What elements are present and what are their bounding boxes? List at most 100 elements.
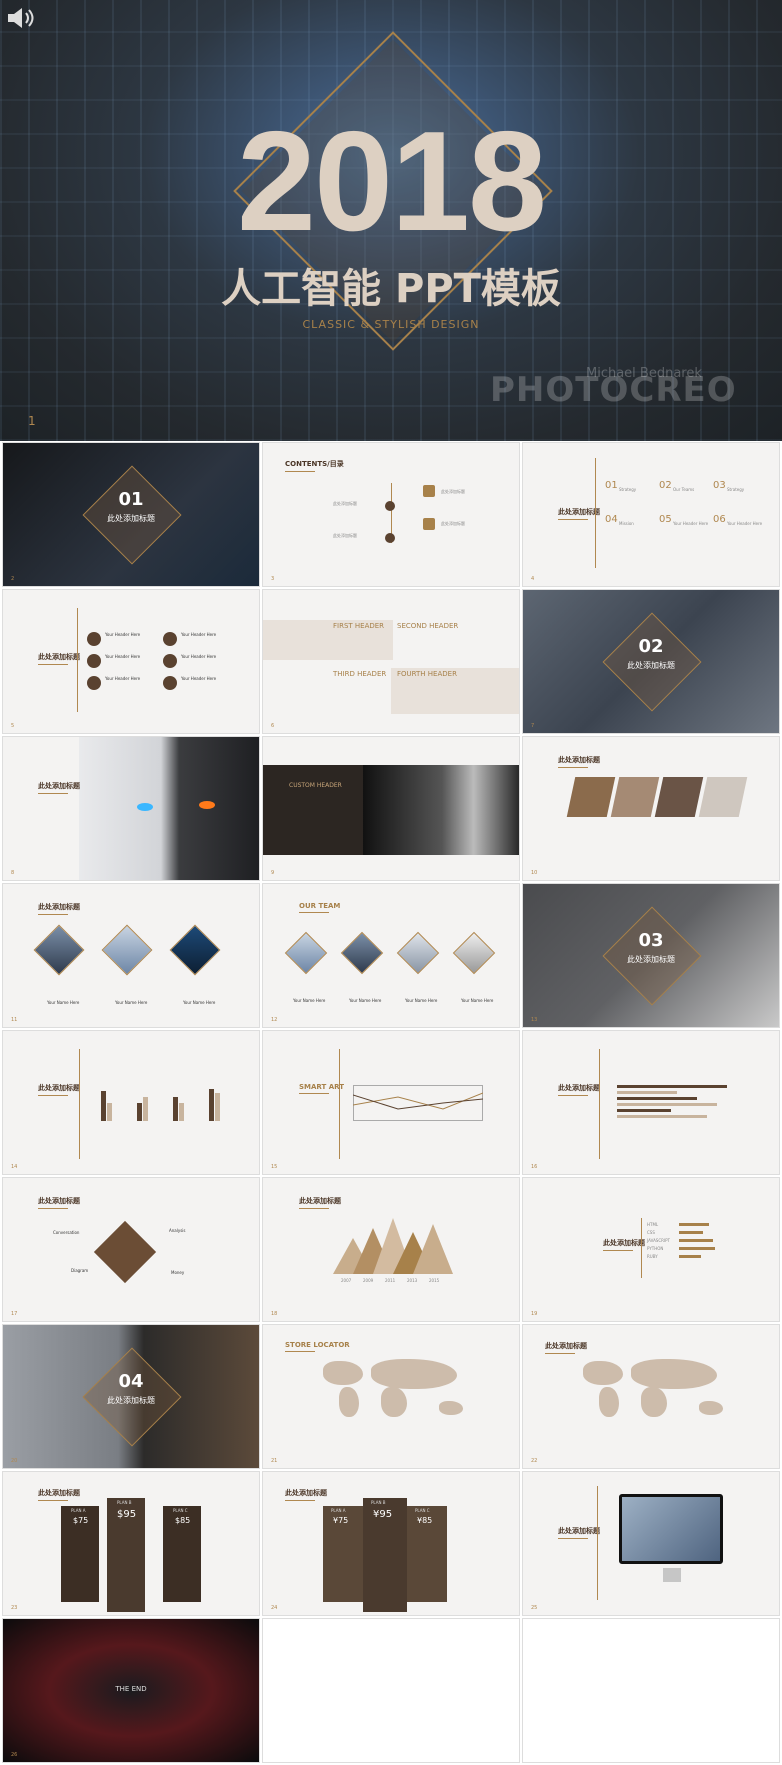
slide-thumb[interactable]: OUR TEAM Your Name Here Your Name Here Y… [262,883,520,1028]
puzzle-label: Money [171,1270,185,1275]
section-number: 03 [638,930,664,951]
slide-title: 此处添加标题 [38,1488,80,1501]
team-name: Your Name Here [349,998,382,1003]
page-number: 26 [11,1752,18,1758]
slide-thumb[interactable]: 此处添加标题 2007 2009 2011 2013 2015 18 [262,1177,520,1322]
team-heading: OUR TEAM [299,902,340,913]
divider [77,608,78,712]
robot-eye [199,801,215,809]
year-label: 2009 [363,1278,374,1283]
slide-title: 此处添加标题 [558,755,600,768]
slide-thumb[interactable]: 此处添加标题 01 Strategy 02 Our Teams 03 Strat… [522,442,780,587]
slide-thumb[interactable]: STORE LOCATOR 21 [262,1324,520,1469]
header-panel [263,765,363,855]
feature-icon [87,632,101,646]
bar-mark [101,1091,106,1121]
slide-thumb[interactable]: 01 此处添加标题 2 [2,442,260,587]
divider [79,1049,80,1159]
slide-thumb[interactable]: 此处添加标题 PLAN A PLAN B PLAN C $75 $95 $85 … [2,1471,260,1616]
skill-label: HTML [647,1222,659,1227]
feature-header: Your Header Here [181,654,217,659]
contents-icon [385,533,395,543]
triangle-chart [333,1218,453,1274]
slide-thumb[interactable]: 此处添加标题 Your Header Here Your Header Here… [2,589,260,734]
team-diamond [101,924,153,976]
slide-title: 此处添加标题 [603,1238,645,1251]
feature-header: Your Header Here [181,632,217,637]
slide-thumb[interactable]: SMART ART 15 [262,1030,520,1175]
slide-thumb[interactable]: 04 此处添加标题 20 [2,1324,260,1469]
world-map [599,1387,619,1417]
page-number: 13 [531,1017,538,1023]
watermark-logo: PHOTOCREO [490,370,737,410]
page-number: 18 [271,1311,278,1317]
slide-title: 此处添加标题 [38,1083,80,1096]
slide-title: 此处添加标题 [38,781,80,794]
slide-thumb[interactable]: 此处添加标题 PLAN A PLAN B PLAN C ¥75 ¥95 ¥85 … [262,1471,520,1616]
section-number: 02 [638,636,664,657]
feature-icon [163,632,177,646]
plan-name: PLAN C [415,1508,430,1513]
hero-title: 人工智能 PPT模板 [221,266,561,312]
puzzle-shape [93,1220,157,1284]
world-map [439,1401,463,1415]
slide-thumb[interactable]: CONTENTS/目录 此处添加标题 此处添加标题 此处添加标题 此处添加标题 … [262,442,520,587]
plan-price: ¥75 [333,1516,349,1525]
speaker-icon[interactable] [6,6,36,30]
year-label: 2011 [385,1278,396,1283]
slide-thumb[interactable]: 此处添加标题 8 [2,736,260,881]
hero-year: 2018 [237,102,547,261]
slide-thumb[interactable]: FIRST HEADER SECOND HEADER THIRD HEADER … [262,589,520,734]
title-slide[interactable]: 2018 人工智能 PPT模板 CLASSIC & STYLISH DESIGN… [0,0,782,441]
point-label: Strategy [619,487,637,492]
bar-mark [209,1089,214,1121]
world-map [381,1387,407,1417]
slide-title: 此处添加标题 [558,1526,600,1539]
feature-header: Your Header Here [105,632,141,637]
slide-thumb[interactable]: 此处添加标题 22 [522,1324,780,1469]
year-label: 2015 [429,1278,440,1283]
slide-title: 此处添加标题 [38,652,80,665]
slide-title: 此处添加标题 [38,1196,80,1209]
puzzle-label: Analysis [169,1228,186,1233]
store-locator-heading: STORE LOCATOR [285,1341,350,1352]
page-number: 23 [11,1605,18,1611]
page-number: 17 [11,1311,18,1317]
contents-icon [423,485,435,497]
slide-thumb[interactable]: 此处添加标题 16 [522,1030,780,1175]
skill-rating [679,1239,713,1242]
slide-thumb[interactable]: CUSTOM HEADER 9 [262,736,520,881]
divider [641,1218,642,1278]
world-map [339,1387,359,1417]
plan-name: PLAN B [117,1500,132,1505]
slide-thumb[interactable]: 此处添加标题 14 [2,1030,260,1175]
slide-thumb[interactable]: 03 此处添加标题 13 [522,883,780,1028]
page-number: 2 [11,576,15,582]
skill-label: PYTHON [647,1246,664,1251]
robot-arm-image [363,765,519,855]
contents-item: 此处添加标题 [333,533,357,538]
slide-thumb[interactable]: THE END 26 [2,1618,260,1763]
office-photo [566,777,616,817]
point-number: 01 [605,480,618,491]
bar-mark [173,1097,178,1121]
section-title: 此处添加标题 [107,1396,155,1405]
slide-thumb[interactable]: 此处添加标题 HTML CSS JAVASCRIPT PYTHON RUBY 1… [522,1177,780,1322]
contents-item: 此处添加标题 [441,489,465,494]
slide-title: 此处添加标题 [299,1196,341,1209]
point-label: Strategy [727,487,745,492]
team-diamond [284,931,328,975]
slide-thumb[interactable]: 此处添加标题 25 [522,1471,780,1616]
page-number: 19 [531,1311,538,1317]
slide-thumb[interactable]: 此处添加标题 10 [522,736,780,881]
line-chart-lines [353,1092,483,1110]
empty-slot [522,1618,780,1763]
page-number: 6 [271,723,275,729]
point-number: 04 [605,514,618,525]
slide-thumb[interactable]: 02 此处添加标题 7 [522,589,780,734]
slide-thumb[interactable]: 此处添加标题 Your Name Here Your Name Here You… [2,883,260,1028]
plan-price: $95 [117,1509,137,1520]
page-number: 20 [11,1458,18,1464]
slide-thumb[interactable]: 此处添加标题 Conversation Analysis Diagram Mon… [2,1177,260,1322]
feature-icon [87,654,101,668]
